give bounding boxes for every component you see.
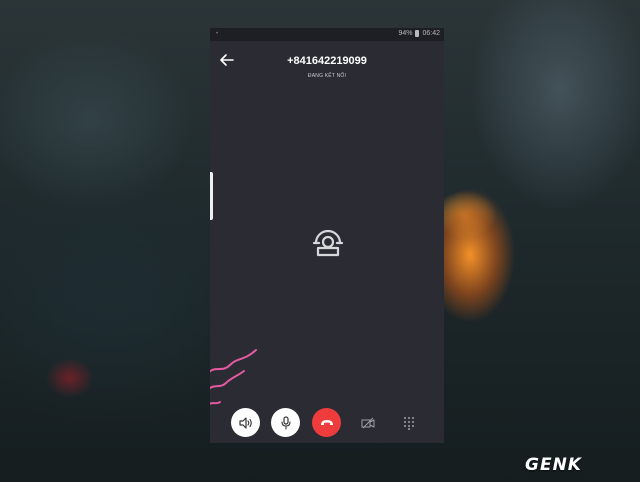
battery-level: 94% xyxy=(398,30,413,37)
clock: 06:42 xyxy=(422,30,440,37)
dialpad-button[interactable] xyxy=(394,408,423,437)
notification-icon: • xyxy=(216,31,219,37)
speaker-icon xyxy=(238,416,252,429)
decorative-squiggle xyxy=(210,349,257,405)
phone-number: +841642219099 xyxy=(287,55,367,67)
contact-avatar-icon xyxy=(311,226,345,260)
status-right: 94% 06:42 xyxy=(398,30,440,37)
status-bar: • 94% 06:42 xyxy=(210,28,444,41)
microphone-icon xyxy=(280,415,291,430)
mute-button[interactable] xyxy=(271,408,300,437)
edge-panel-handle[interactable] xyxy=(210,172,213,220)
genk-watermark: GENK xyxy=(525,455,582,475)
battery-icon xyxy=(415,30,420,37)
video-button[interactable] xyxy=(353,408,382,437)
call-screen: • 94% 06:42 +841642219099 ĐANG KẾT NỐI xyxy=(210,28,444,443)
end-call-icon xyxy=(320,419,333,425)
speaker-button[interactable] xyxy=(231,408,260,437)
end-call-button[interactable] xyxy=(312,408,341,437)
video-off-icon xyxy=(361,417,374,428)
call-state: ĐANG KẾT NỐI xyxy=(307,73,347,79)
dialpad-icon xyxy=(403,416,414,430)
